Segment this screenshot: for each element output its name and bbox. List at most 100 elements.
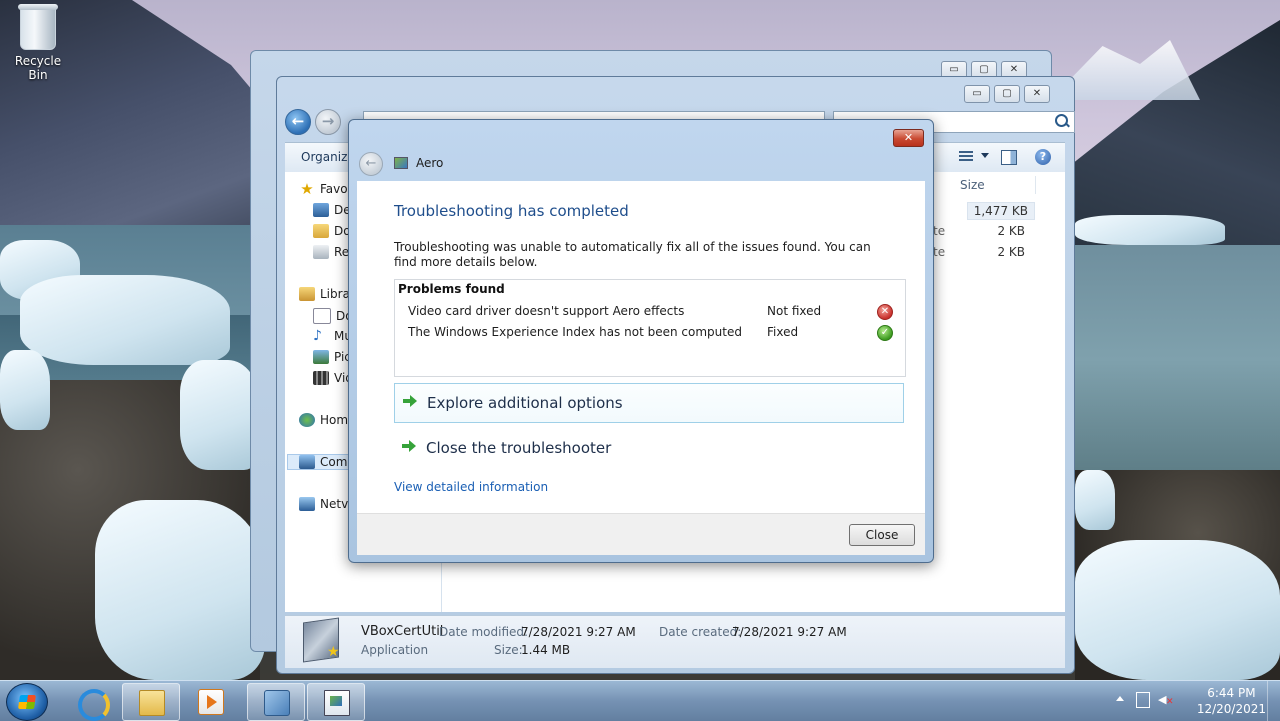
green-arrow-icon (402, 439, 416, 453)
taskbar-troubleshooter[interactable] (307, 683, 365, 721)
back-button[interactable]: ← (285, 109, 311, 135)
recycle-bin-label: Recycle Bin (14, 54, 62, 82)
details-file-name: VBoxCertUtil (361, 624, 444, 639)
homegroup-icon (299, 413, 315, 427)
troubleshooter-dialog[interactable]: ✕ ← Aero Troubleshooting has completed T… (348, 119, 934, 563)
file-type-fragment: te (933, 245, 946, 259)
speaker-muted-icon[interactable]: ◀ (1158, 693, 1174, 707)
problems-found-box: Problems found Video card driver doesn't… (394, 279, 906, 377)
view-dropdown-icon[interactable] (981, 153, 989, 158)
downloads-icon (313, 224, 329, 238)
problems-found-header: Problems found (398, 282, 505, 296)
problem-text: The Windows Experience Index has not bee… (408, 325, 742, 339)
music-icon: ♪ (313, 328, 322, 344)
nav-item-libraries[interactable]: Libra (299, 287, 350, 301)
option-label: Close the troubleshooter (426, 439, 612, 457)
help-icon[interactable]: ? (1035, 149, 1051, 165)
not-fixed-icon: ✕ (877, 304, 893, 320)
change-view-icon[interactable] (959, 151, 973, 163)
control-panel-icon (264, 690, 290, 716)
organize-menu[interactable]: Organize (301, 150, 355, 164)
explore-additional-options-button[interactable]: Explore additional options (394, 383, 904, 423)
libraries-icon (299, 287, 315, 301)
computer-icon (299, 455, 315, 469)
wallpaper-ice (1075, 215, 1225, 245)
media-player-icon (198, 689, 224, 715)
file-size: 1,477 KB (966, 202, 1035, 220)
maximize-button[interactable]: ▢ (994, 85, 1020, 103)
nav-item-label: Netv (320, 497, 349, 511)
dialog-title: Aero (416, 156, 444, 170)
network-icon (299, 497, 315, 511)
action-center-flag-icon[interactable] (1136, 692, 1150, 708)
nav-item-homegroup[interactable]: Hom (299, 413, 348, 427)
nav-item-label: Libra (320, 287, 350, 301)
wallpaper-ice (1075, 540, 1280, 680)
troubleshooter-icon (324, 690, 350, 716)
column-header-size[interactable]: Size (960, 178, 985, 192)
date-modified-value: 7/28/2021 9:27 AM (521, 625, 636, 639)
details-file-type: Application (361, 643, 429, 657)
taskbar-media-player[interactable] (182, 683, 238, 719)
internet-explorer-icon (78, 689, 110, 721)
wallpaper-ice (0, 350, 50, 430)
nav-item-network[interactable]: Netv (299, 497, 348, 511)
wallpaper-ice (20, 275, 230, 365)
date-created-label: Date created: (659, 625, 742, 639)
forward-button[interactable]: → (315, 109, 341, 135)
wallpaper-ice (1075, 470, 1115, 530)
close-button[interactable]: ✕ (1024, 85, 1050, 103)
page-heading: Troubleshooting has completed (394, 202, 629, 220)
caption-buttons: ▭ ▢ ✕ (964, 85, 1050, 103)
view-detailed-information-link[interactable]: View detailed information (394, 480, 548, 494)
shield-star-icon: ★ (327, 644, 340, 660)
size-value: 1.44 MB (521, 643, 571, 657)
dialog-footer: Close (357, 513, 925, 555)
nav-item-label: Re (334, 245, 350, 259)
taskbar-windows-explorer[interactable] (122, 683, 180, 721)
taskbar: ◀ 6:44 PM 12/20/2021 (0, 680, 1280, 721)
videos-icon (313, 371, 329, 385)
notification-area: ◀ 6:44 PM 12/20/2021 (1110, 681, 1280, 721)
date-created-value: 7/28/2021 9:27 AM (732, 625, 847, 639)
start-button[interactable] (6, 683, 48, 721)
nav-item-documents[interactable]: Do (313, 308, 353, 324)
nav-item-downloads[interactable]: Do (313, 224, 351, 238)
show-desktop-button[interactable] (1267, 681, 1280, 721)
pictures-icon (313, 350, 329, 364)
preview-pane-icon[interactable] (1001, 150, 1017, 165)
problem-text: Video card driver doesn't support Aero e… (408, 304, 685, 318)
taskbar-internet-explorer[interactable] (62, 683, 118, 721)
close-troubleshooter-button[interactable]: Close the troubleshooter (394, 429, 902, 467)
dialog-back-button[interactable]: ← (359, 152, 383, 176)
date-modified-label: Date modified: (439, 625, 529, 639)
nav-item-music[interactable]: ♪ Mu (313, 329, 352, 343)
problem-status: Not fixed (767, 304, 822, 318)
column-divider (1035, 176, 1036, 194)
recycle-bin-shortcut[interactable]: Recycle Bin (6, 4, 70, 82)
clock[interactable]: 6:44 PM 12/20/2021 (1197, 685, 1266, 717)
taskbar-control-panel[interactable] (247, 683, 305, 721)
nav-item-videos[interactable]: Vid (313, 371, 353, 385)
nav-item-favorites[interactable]: ★ Favo (299, 180, 347, 198)
close-button[interactable]: Close (849, 524, 915, 546)
nav-item-desktop[interactable]: De (313, 203, 351, 217)
show-hidden-icons-icon[interactable] (1116, 696, 1124, 701)
wallpaper-water-right (1075, 245, 1280, 475)
wallpaper-ice (180, 360, 260, 470)
details-pane: ★ VBoxCertUtil Application Date modified… (285, 615, 1065, 668)
search-icon[interactable] (1055, 114, 1068, 127)
dialog-close-button[interactable]: ✕ (893, 129, 924, 147)
star-icon: ★ (300, 180, 314, 198)
clock-time: 6:44 PM (1207, 686, 1256, 700)
nav-item-recent-places[interactable]: Re (313, 245, 349, 259)
description-text: Troubleshooting was unable to automatica… (394, 240, 871, 269)
minimize-button[interactable]: ▭ (964, 85, 990, 103)
nav-item-pictures[interactable]: Pic (313, 350, 351, 364)
wallpaper-ice (95, 500, 265, 680)
file-size: 2 KB (997, 245, 1025, 259)
documents-icon (313, 308, 331, 324)
clock-date: 12/20/2021 (1196, 702, 1266, 716)
file-type-fragment: te (933, 224, 946, 238)
nav-item-label: Hom (320, 413, 349, 427)
